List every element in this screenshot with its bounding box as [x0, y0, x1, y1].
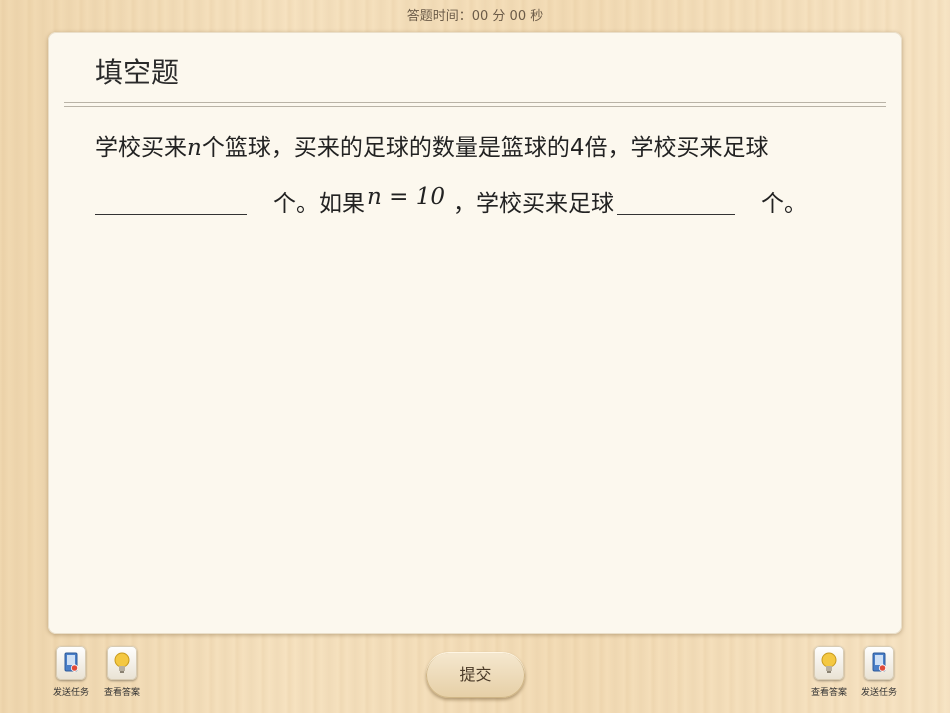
send-task-button-right[interactable]: 发送任务: [856, 646, 902, 698]
question-line-1: 学校买来n个篮球，买来的足球的数量是篮球的4倍，学校买来足球: [95, 128, 768, 162]
view-answer-label: 查看答案: [810, 688, 847, 698]
question-text-part: 个。: [761, 191, 807, 217]
send-task-button-left[interactable]: 发送任务: [48, 646, 94, 698]
view-answer-button-right[interactable]: 查看答案: [806, 646, 852, 698]
question-card: 填空题 学校买来n个篮球，买来的足球的数量是篮球的4倍，学校买来足球 个。如果 …: [48, 32, 902, 634]
answer-blank-2[interactable]: [617, 214, 735, 215]
answer-timer: 答题时间：00 分 00 秒: [406, 9, 544, 24]
question-text-part: 个。如果: [273, 191, 365, 217]
math-variable: n: [187, 135, 202, 161]
send-task-label: 发送任务: [52, 688, 89, 698]
view-answer-icon-frame: [814, 646, 844, 680]
answer-blank-1[interactable]: [95, 214, 247, 215]
title-divider: [64, 102, 886, 103]
question-line-2: 个。如果 n = 10 ，学校买来足球 个。: [95, 184, 855, 220]
lightbulb-icon: [114, 652, 130, 673]
math-expression: n = 10: [367, 184, 445, 210]
question-type-title: 填空题: [95, 56, 180, 89]
send-task-icon: [64, 652, 79, 672]
view-answer-button-left[interactable]: 查看答案: [99, 646, 145, 698]
send-task-icon: [872, 652, 887, 672]
question-text-part: ，学校买来足球: [453, 191, 614, 217]
question-text-part: 个篮球，买来的足球的数量是篮球的4倍，学校买来足球: [201, 135, 769, 161]
view-answer-icon-frame: [107, 646, 137, 680]
lightbulb-icon: [821, 652, 837, 673]
submit-button[interactable]: 提交: [426, 652, 525, 698]
question-text-part: 学校买来: [95, 135, 187, 161]
send-task-icon-frame: [864, 646, 894, 680]
send-task-label: 发送任务: [860, 688, 897, 698]
math-expression-text: n = 10: [367, 184, 445, 210]
view-answer-label: 查看答案: [103, 688, 140, 698]
send-task-icon-frame: [56, 646, 86, 680]
title-divider-second: [64, 106, 886, 107]
